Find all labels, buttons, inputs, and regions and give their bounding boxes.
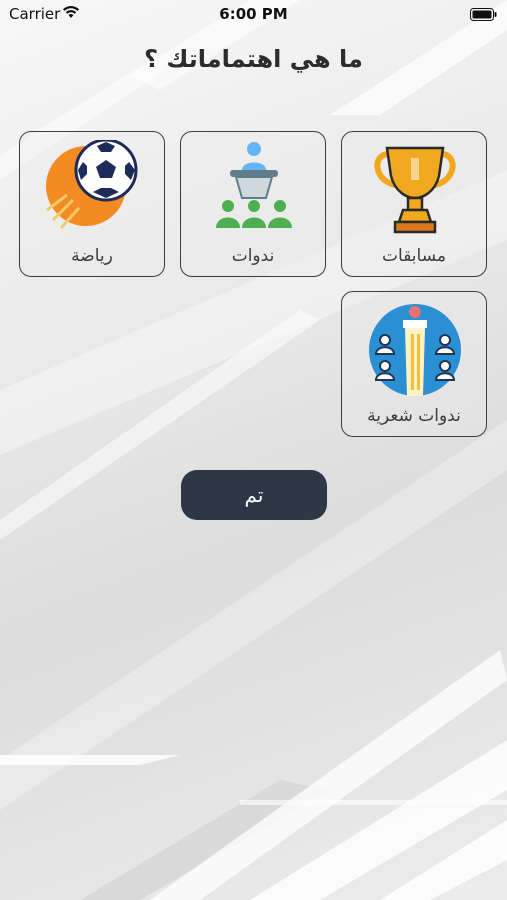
trophy-icon bbox=[365, 140, 465, 240]
soccer-ball-icon bbox=[43, 138, 143, 240]
status-bar: Carrier 6:00 PM bbox=[0, 0, 507, 28]
interest-card-poetry-seminars[interactable]: ندوات شعرية bbox=[341, 291, 487, 437]
seminar-icon bbox=[204, 140, 304, 240]
interest-label-competitions: مسابقات bbox=[382, 246, 446, 266]
interest-card-sports[interactable]: رياضة bbox=[19, 131, 165, 277]
battery-icon bbox=[470, 7, 497, 25]
page-title: ما هي اهتماماتك ؟ bbox=[144, 45, 363, 73]
status-time: 6:00 PM bbox=[219, 5, 288, 23]
interest-label-sports: رياضة bbox=[71, 246, 113, 266]
poetry-reading-icon bbox=[365, 300, 465, 400]
interest-card-competitions[interactable]: مسابقات bbox=[341, 131, 487, 277]
interest-label-seminars: ندوات bbox=[231, 246, 275, 266]
interest-card-seminars[interactable]: ندوات bbox=[180, 131, 326, 277]
interest-label-poetry-seminars: ندوات شعرية bbox=[367, 406, 461, 426]
done-button-label: تم bbox=[244, 483, 264, 507]
done-button[interactable]: تم bbox=[181, 470, 327, 520]
